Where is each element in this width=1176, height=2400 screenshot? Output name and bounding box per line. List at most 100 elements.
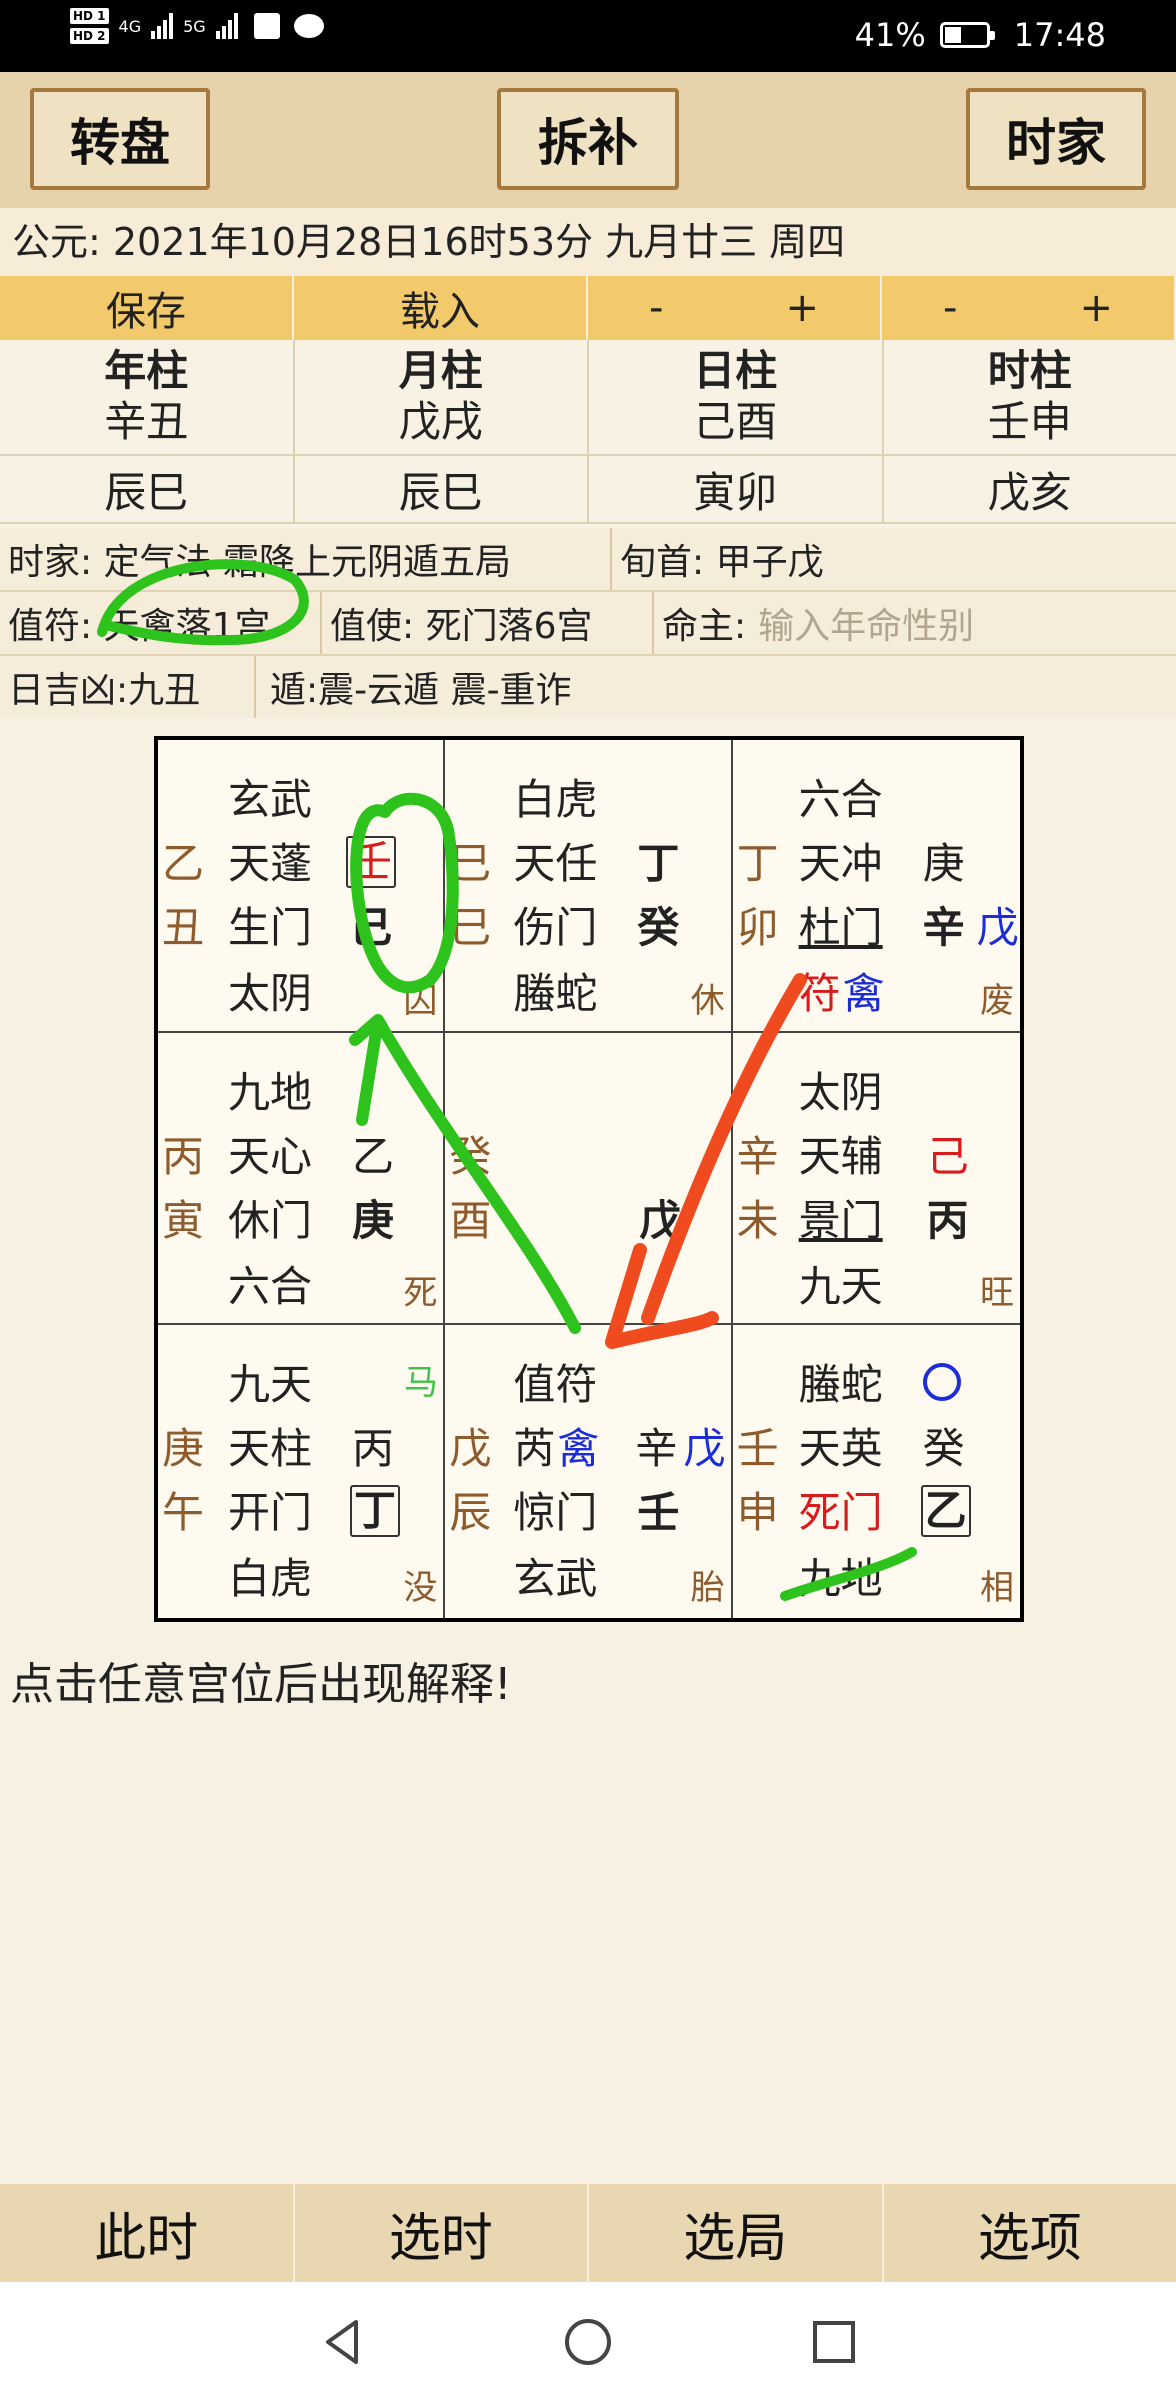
load-button[interactable]: 载入	[294, 276, 588, 340]
mingzhu-label: 命主:	[662, 606, 747, 647]
wechat-icon	[293, 14, 324, 38]
status-right: 41% 17:48	[855, 16, 1106, 54]
home-icon[interactable]	[562, 2316, 614, 2368]
deity-label: 玄武	[513, 1554, 598, 1604]
pillar-ganzhi: 辛丑	[104, 397, 189, 446]
side-branch: 丑	[162, 903, 205, 952]
mingzhu-placeholder[interactable]: 输入年命性别	[758, 597, 974, 649]
day-pillar: 日柱 己酉 寅卯	[589, 340, 884, 524]
top-toolbar: 转盘 拆补 时家	[0, 72, 1176, 208]
side-stem: 戊	[449, 1424, 492, 1474]
pillar-title: 月柱	[398, 346, 483, 395]
hour-plus-button[interactable]: +	[1079, 285, 1113, 331]
star-label: 天任	[513, 839, 598, 888]
door-label: 伤门	[513, 903, 598, 952]
door-stem: 癸	[637, 903, 680, 952]
hour-adjust: - +	[882, 276, 1176, 340]
side-stem: 巳	[449, 839, 492, 888]
star-stem: 庚	[922, 839, 965, 888]
side-stem: 癸	[449, 1131, 492, 1181]
door-label: 杜门	[798, 903, 883, 952]
chaibu-button[interactable]: 拆补	[497, 88, 679, 190]
door-stem: 庚	[352, 1195, 395, 1245]
palace-qian[interactable]: 壬 申 螣蛇 天英 癸 死门 乙 九地 相	[733, 1325, 1020, 1618]
star-rui: 芮	[513, 1424, 556, 1474]
circle-marker	[922, 1363, 961, 1411]
pillar-title: 时柱	[987, 346, 1072, 395]
side-stem: 壬	[736, 1424, 779, 1474]
pillar-ganzhi: 壬申	[987, 397, 1072, 446]
four-pillars: 年柱 辛丑 辰巳 月柱 戊戌 辰巳 日柱 己酉 寅卯 时柱 壬申 戊亥	[0, 340, 1176, 524]
app-notification-icon	[253, 13, 280, 39]
hd2-badge: HD 2	[70, 28, 109, 44]
save-button[interactable]: 保存	[0, 276, 294, 340]
hint-text: 点击任意宫位后出现解释!	[10, 1659, 512, 1710]
star-stem: 辛	[635, 1424, 678, 1474]
hd1-badge: HD 1	[70, 8, 109, 24]
back-icon[interactable]	[316, 2316, 368, 2368]
side-branch: 酉	[449, 1195, 492, 1245]
palace-xun[interactable]: 乙 丑 玄武 天蓬 壬 生门 己 太阴 囚	[158, 740, 446, 1033]
mingzhu-field[interactable]: 命主: 输入年命性别	[654, 592, 982, 654]
door-label: 生门	[228, 903, 313, 952]
god-label: 值符	[513, 1360, 598, 1410]
tab-select-time[interactable]: 选时	[295, 2184, 589, 2282]
palace-center[interactable]: 癸 酉 戊	[445, 1032, 733, 1326]
side-stem: 乙	[162, 839, 205, 888]
star-qin: 禽	[557, 1424, 600, 1474]
battery-icon	[939, 22, 995, 48]
pillar-title: 年柱	[104, 346, 189, 395]
shijia-button[interactable]: 时家	[966, 88, 1146, 190]
day-adjust: - +	[588, 276, 882, 340]
recents-icon[interactable]	[808, 2316, 860, 2368]
system-nav-bar	[0, 2282, 1176, 2400]
signal-2-icon	[215, 13, 238, 39]
tab-options[interactable]: 选项	[884, 2184, 1176, 2282]
star-label: 天辅	[798, 1131, 883, 1181]
side-stem: 丁	[736, 839, 779, 888]
god-label: 太阴	[798, 1067, 883, 1117]
god-label: 螣蛇	[798, 1360, 883, 1410]
palace-zhen[interactable]: 丙 寅 九地 天心 乙 休门 庚 六合 死	[158, 1032, 446, 1326]
network-1-label: 4G	[118, 16, 142, 36]
state-label: 死	[403, 1273, 438, 1314]
dun-text: 遁:震-云遁 震-重诈	[270, 670, 572, 711]
month-pillar: 月柱 戊戌 辰巳	[294, 340, 589, 524]
day-minus-button[interactable]: -	[649, 285, 663, 331]
day-plus-button[interactable]: +	[785, 285, 819, 331]
year-pillar: 年柱 辛丑 辰巳	[0, 340, 295, 524]
deity-label: 九天	[798, 1261, 883, 1311]
pillar-kong: 戊亥	[883, 456, 1176, 524]
god-label: 玄武	[228, 775, 313, 824]
god-label: 九地	[228, 1067, 313, 1117]
palace-gen[interactable]: 庚 午 九天 马 天柱 丙 开门 丁 白虎 没	[158, 1325, 446, 1618]
horse-mark: 马	[404, 1363, 438, 1404]
tab-select-ju[interactable]: 选局	[589, 2184, 884, 2282]
palace-li[interactable]: 巳 巳 白虎 天任 丁 伤门 癸 螣蛇 休	[445, 740, 733, 1033]
hour-pillar: 时柱 壬申 戊亥	[883, 340, 1176, 524]
palace-kun[interactable]: 丁 卯 六合 天冲 庚 杜门 辛 戊 符 禽 废	[732, 740, 1020, 1033]
side-branch: 午	[162, 1488, 205, 1538]
side-branch: 申	[736, 1488, 779, 1538]
signal-1-icon	[151, 13, 174, 39]
door-stem: 壬	[637, 1488, 680, 1538]
network-2-label: 5G	[183, 16, 206, 36]
tab-now[interactable]: 此时	[0, 2184, 295, 2282]
zhuanpan-button[interactable]: 转盘	[30, 88, 210, 190]
status-bar: HD 1 HD 2 4G 5G 41% 17:48	[0, 0, 1176, 72]
door-stem: 己	[350, 903, 393, 952]
hour-minus-button[interactable]: -	[943, 285, 957, 331]
pillar-kong: 寅卯	[589, 456, 882, 524]
deity-label: 白虎	[228, 1554, 313, 1604]
status-left: HD 1 HD 2 4G 5G	[70, 8, 324, 44]
palace-kan[interactable]: 戊 辰 值符 芮 禽 辛 戊 惊门 壬 玄武 胎	[445, 1325, 733, 1618]
deity-label: 太阴	[228, 969, 313, 1018]
info-row-ju: 时家: 定气法 霜降上元阴遁五局 旬首: 甲子戊	[0, 528, 1176, 592]
palace-dui[interactable]: 辛 未 太阴 天辅 己 景门 丙 九天 旺	[732, 1033, 1020, 1326]
center-stem: 戊	[639, 1195, 682, 1245]
door-stem-2: 戊	[976, 903, 1019, 952]
door-stem: 辛	[922, 903, 965, 952]
info-row-ji: 日吉凶:九丑 遁:震-云遁 震-重诈	[0, 656, 1176, 718]
side-stem: 庚	[162, 1424, 205, 1474]
door-stem: 丁	[350, 1485, 401, 1538]
